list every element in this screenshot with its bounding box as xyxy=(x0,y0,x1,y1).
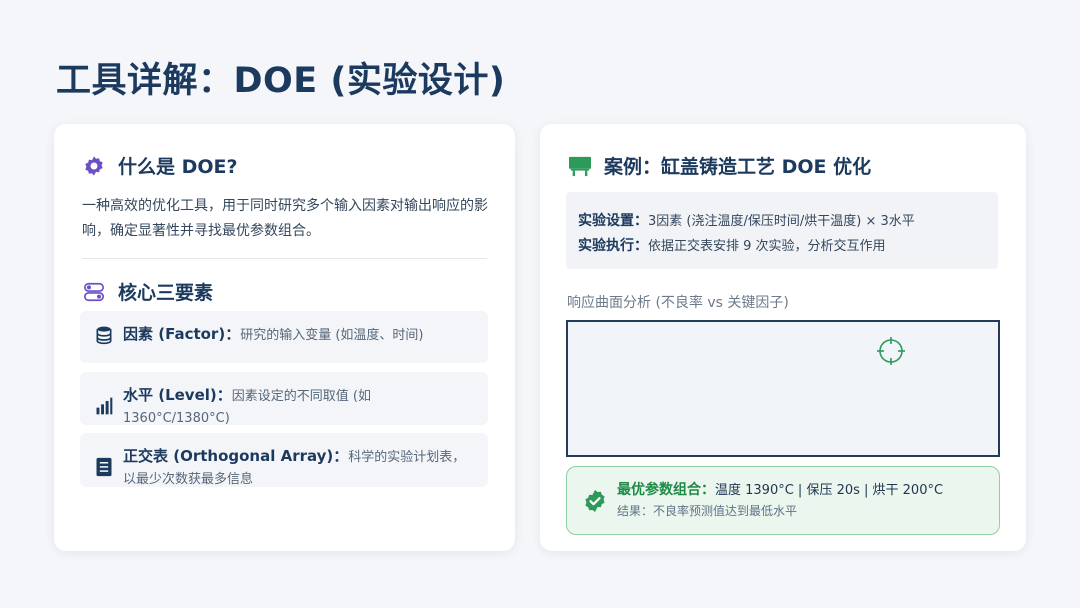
case-title: 案例：缸盖铸造工艺 DOE 优化 xyxy=(604,156,872,178)
response-surface-plot xyxy=(566,320,1000,457)
toggle-icon xyxy=(82,280,106,304)
exec-value: 依据正交表安排 9 次实验，分析交互作用 xyxy=(648,239,886,254)
exec-row: 实验执行：依据正交表安排 9 次实验，分析交互作用 xyxy=(578,234,986,259)
database-icon xyxy=(94,325,114,345)
doe-intro-card: 什么是 DOE? 一种高效的优化工具，用于同时研究多个输入因素对输出响应的影响，… xyxy=(54,124,515,551)
element-orthogonal-array: 正交表 (Orthogonal Array)：科学的实验计划表，以最少次数获最多… xyxy=(80,433,488,487)
result-label: 最优参数组合： xyxy=(617,482,715,498)
result-value: 温度 1390°C | 保压 20s | 烘干 200°C xyxy=(715,483,944,498)
result-main: 最优参数组合：温度 1390°C | 保压 20s | 烘干 200°C xyxy=(617,480,943,501)
gear-icon xyxy=(82,154,106,178)
exec-label: 实验执行： xyxy=(578,238,648,254)
factor-term: 因素 (Factor)： xyxy=(123,325,241,343)
check-badge-icon xyxy=(583,489,607,513)
experiment-setup-box: 实验设置：3因素 (浇注温度/保压时间/烘干温度) × 3水平 实验执行：依据正… xyxy=(566,192,998,269)
case-header: 案例：缸盖铸造工艺 DOE 优化 xyxy=(568,152,871,179)
core-elements-title: 核心三要素 xyxy=(118,282,214,304)
element-factor: 因素 (Factor)：研究的输入变量 (如温度、时间) xyxy=(80,311,488,363)
crosshair-icon xyxy=(877,337,905,365)
optimal-result-box: 最优参数组合：温度 1390°C | 保压 20s | 烘干 200°C 结果：… xyxy=(566,466,1000,535)
setup-value: 3因素 (浇注温度/保压时间/烘干温度) × 3水平 xyxy=(648,214,915,229)
setup-label: 实验设置： xyxy=(578,213,648,229)
chart-label: 响应曲面分析 (不良率 vs 关键因子) xyxy=(567,295,789,311)
page-title: 工具详解：DOE (实验设计) xyxy=(56,61,506,101)
what-is-doe-header: 什么是 DOE? xyxy=(82,152,238,179)
factor-desc: 研究的输入变量 (如温度、时间) xyxy=(240,328,424,343)
section-divider xyxy=(82,258,487,259)
bar-chart-icon xyxy=(94,396,114,416)
element-level: 水平 (Level)：因素设定的不同取值 (如 1360°C/1380°C) xyxy=(80,372,488,426)
level-term: 水平 (Level)： xyxy=(123,386,232,404)
list-icon xyxy=(94,457,114,477)
result-note: 结果：不良率预测值达到最低水平 xyxy=(617,504,798,518)
setup-row: 实验设置：3因素 (浇注温度/保压时间/烘干温度) × 3水平 xyxy=(578,209,986,234)
chalkboard-icon xyxy=(568,154,592,178)
core-elements-header: 核心三要素 xyxy=(82,278,213,305)
orthogonal-term: 正交表 (Orthogonal Array)： xyxy=(123,447,349,465)
what-is-doe-title: 什么是 DOE? xyxy=(118,156,238,178)
doe-case-card: 案例：缸盖铸造工艺 DOE 优化 实验设置：3因素 (浇注温度/保压时间/烘干温… xyxy=(540,124,1026,551)
doe-description: 一种高效的优化工具，用于同时研究多个输入因素对输出响应的影响，确定显著性并寻找最… xyxy=(82,198,488,239)
